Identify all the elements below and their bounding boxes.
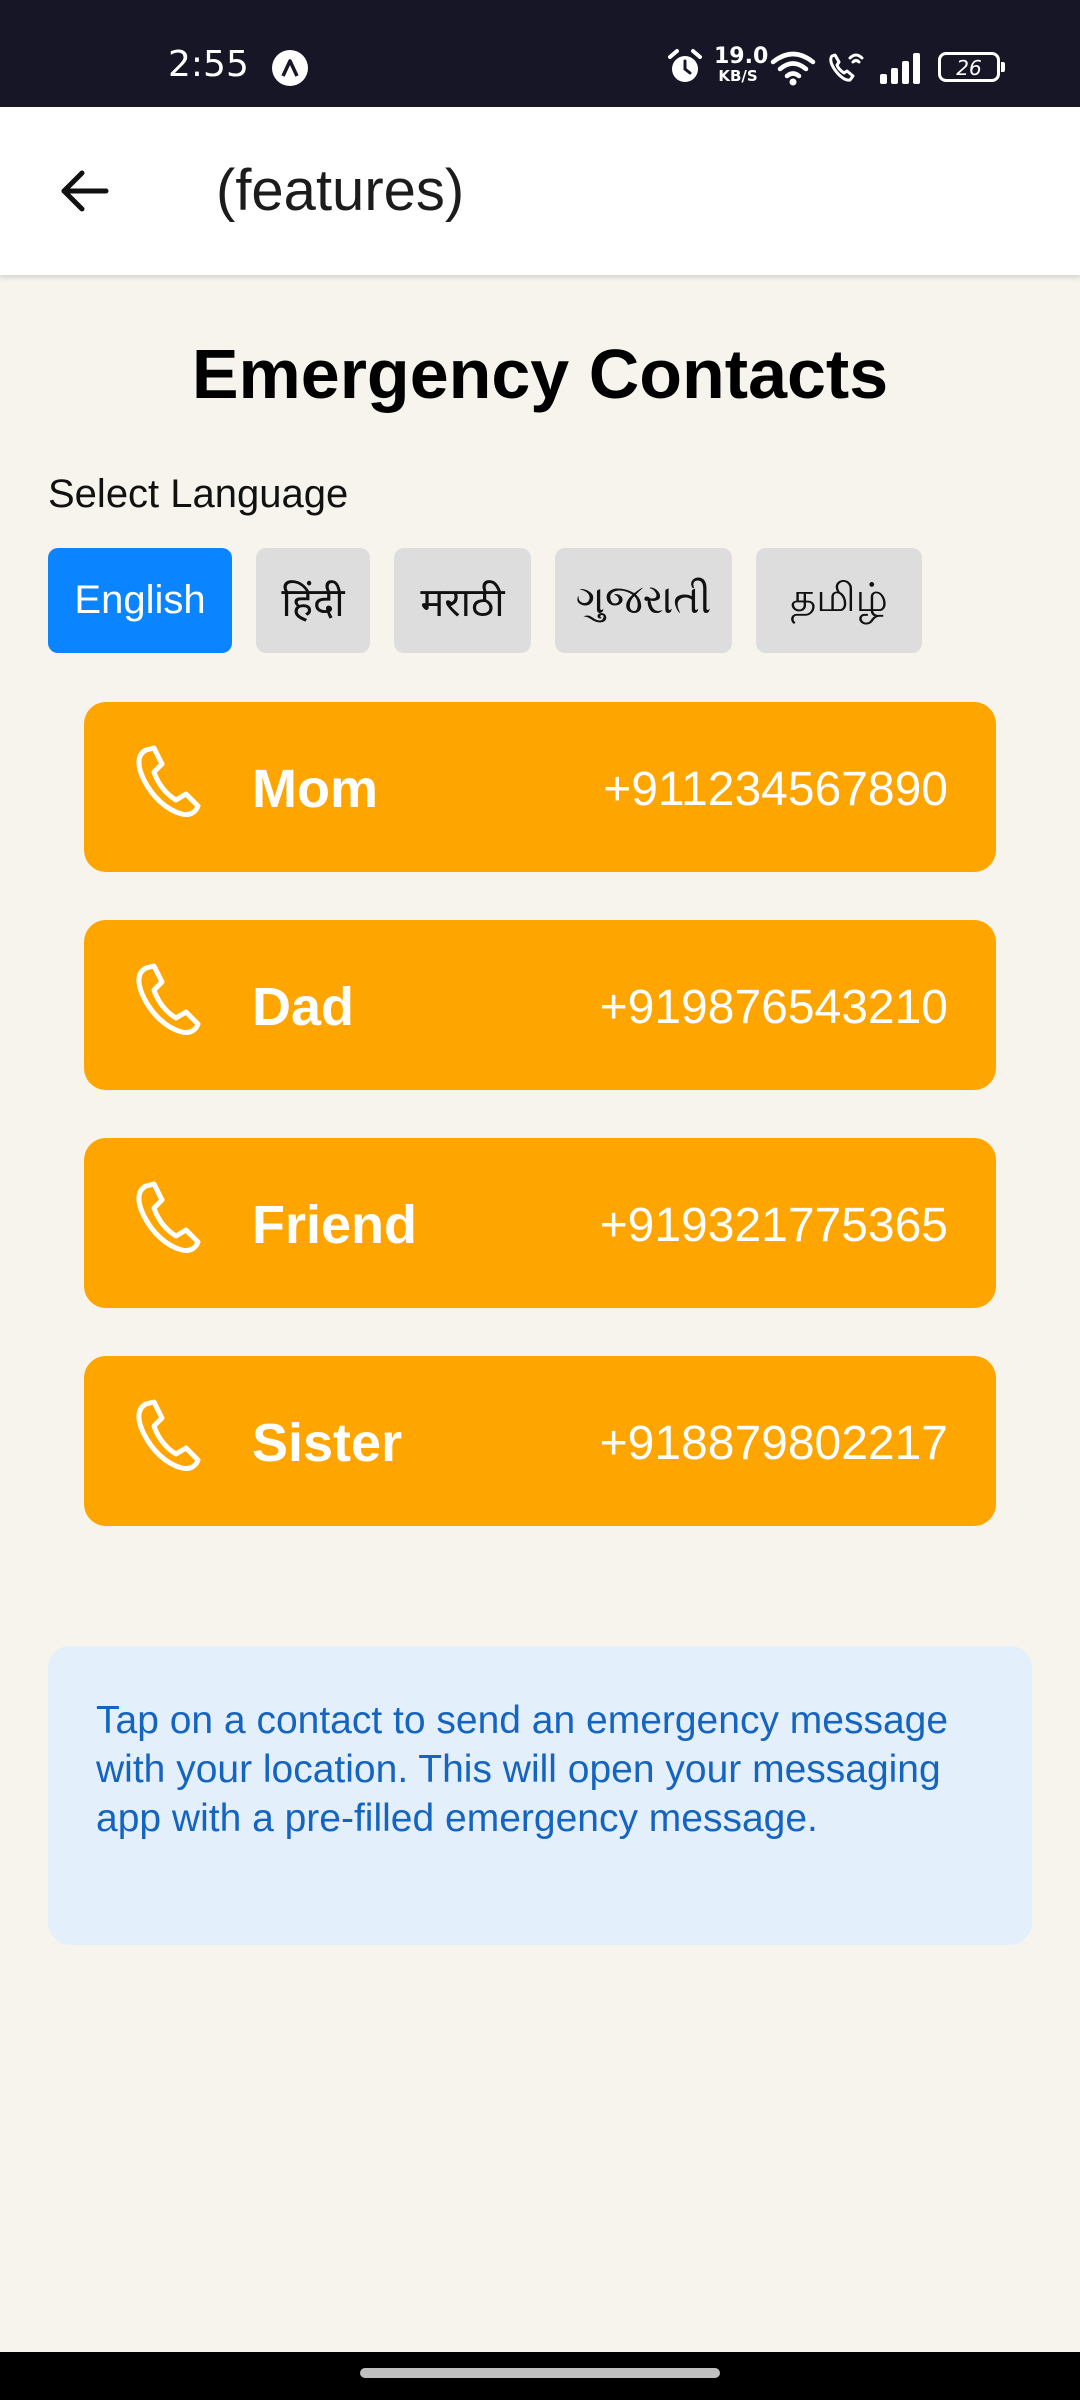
contact-phone: +918879802217	[599, 1417, 948, 1470]
contact-name: Sister	[252, 1413, 403, 1473]
contact-phone: +919321775365	[599, 1199, 948, 1252]
info-box: Tap on a contact to send an emergency me…	[48, 1646, 1032, 1945]
battery-icon: 26	[938, 52, 1005, 82]
phone-icon	[136, 745, 201, 817]
phone-icon	[136, 963, 201, 1035]
contact-name: Friend	[252, 1195, 418, 1255]
phone-icon	[136, 1399, 201, 1471]
app-bar: (features)	[0, 107, 1080, 275]
system-nav-bar	[0, 2352, 1080, 2400]
app-bar-title: (features)	[216, 158, 465, 223]
wifi-icon	[770, 51, 816, 86]
phone-icon	[136, 1181, 201, 1253]
language-label: Select Language	[48, 472, 349, 516]
language-tamil-button[interactable]: தமிழ்	[756, 548, 922, 653]
home-indicator[interactable]	[360, 2368, 720, 2378]
contact-card-sister[interactable]: Sister +918879802217	[84, 1356, 996, 1526]
wifi-calling-icon	[829, 53, 864, 82]
language-gujarati-button[interactable]: ગુજરાતી	[555, 548, 732, 653]
contact-card-friend[interactable]: Friend +919321775365	[84, 1138, 996, 1308]
status-time: 2:55	[168, 44, 249, 85]
contact-phone: +919876543210	[599, 981, 948, 1034]
network-speed-value: 19.0	[714, 44, 769, 69]
info-text: Tap on a contact to send an emergency me…	[96, 1699, 949, 1840]
status-bar: 2:55 19.0 KB/S 26	[0, 0, 1080, 107]
page-title: Emergency Contacts	[191, 335, 889, 413]
network-speed: 19.0 KB/S	[714, 44, 769, 85]
contact-phone: +911234567890	[603, 763, 948, 816]
network-speed-unit: KB/S	[718, 67, 758, 85]
back-button[interactable]	[40, 151, 128, 231]
contact-name: Dad	[252, 977, 355, 1037]
contact-card-dad[interactable]: Dad +919876543210	[84, 920, 996, 1090]
language-english-button[interactable]: English	[48, 548, 232, 653]
contact-card-mom[interactable]: Mom +911234567890	[84, 702, 996, 872]
app-indicator-icon	[272, 50, 308, 86]
language-marathi-button[interactable]: मराठी	[394, 548, 531, 653]
battery-level: 26	[956, 56, 982, 80]
contact-name: Mom	[252, 759, 378, 819]
signal-icon	[880, 53, 920, 84]
arrow-left-icon	[61, 170, 109, 212]
alarm-icon	[668, 49, 702, 82]
language-hindi-button[interactable]: हिंदी	[256, 548, 370, 653]
